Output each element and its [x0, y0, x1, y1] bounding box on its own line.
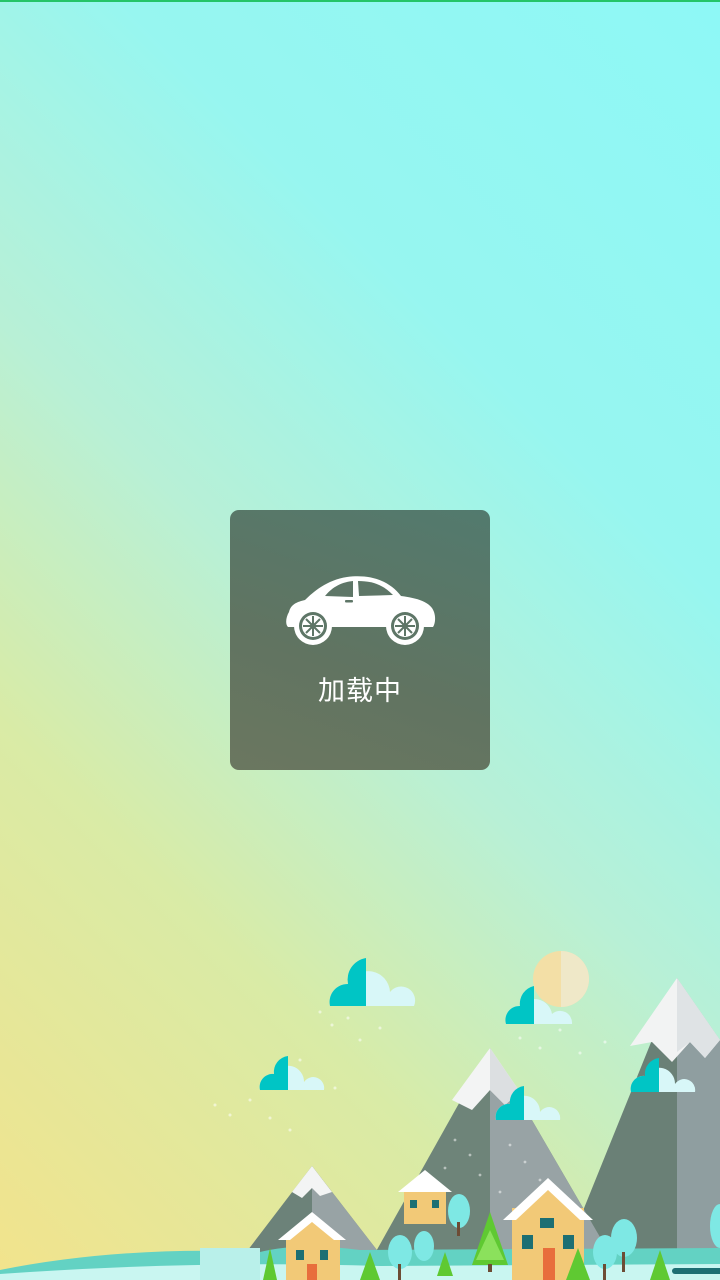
car-icon — [286, 576, 436, 645]
cloud-icon — [329, 958, 416, 1006]
loading-screen: 加载中 — [0, 0, 720, 1280]
sun-icon — [533, 951, 589, 1007]
loading-label: 加载中 — [318, 676, 402, 707]
landscape-illustration — [0, 951, 720, 1280]
status-bar-line — [0, 0, 720, 2]
cloud-icon — [259, 1056, 325, 1090]
loading-dialog: 加载中 — [230, 510, 490, 770]
scroll-indicator — [672, 1268, 720, 1274]
